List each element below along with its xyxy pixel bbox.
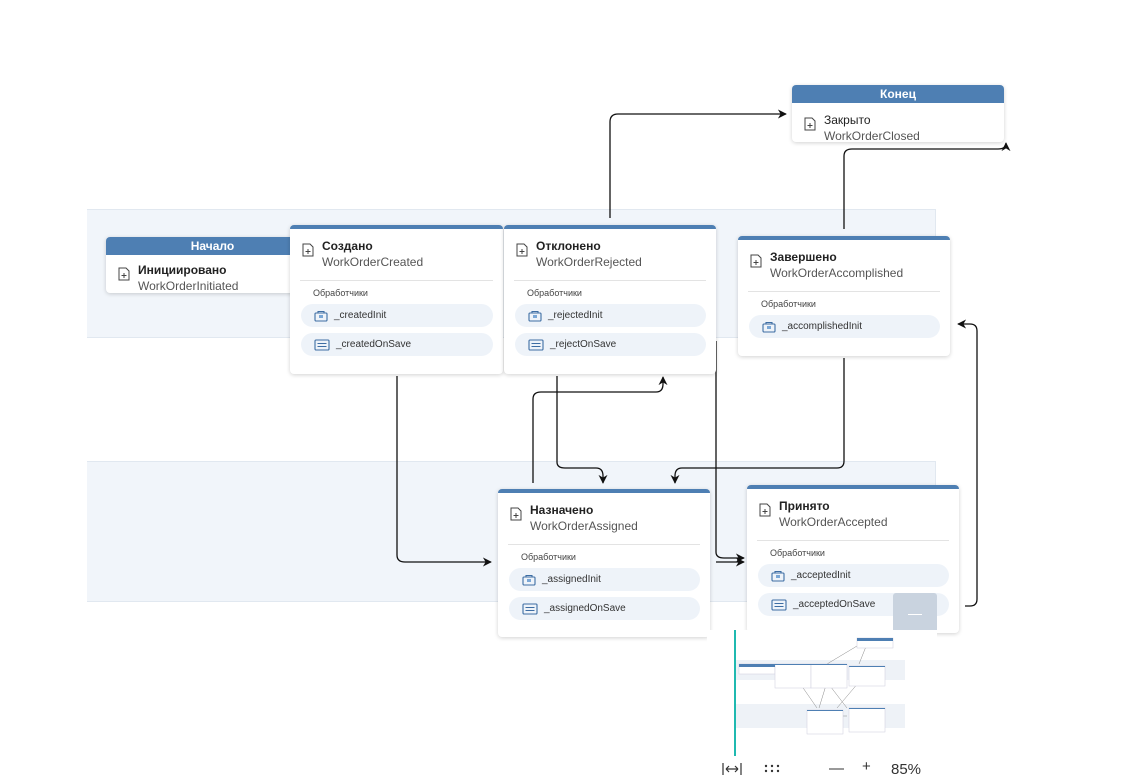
- handlers-label: Обработчики: [527, 288, 582, 298]
- save-form-icon: [522, 602, 538, 615]
- fit-width-icon[interactable]: [722, 762, 742, 776]
- node-assigned[interactable]: Назначено WorkOrderAssigned Обработчики …: [498, 489, 710, 637]
- separator: [300, 280, 493, 281]
- init-icon: [522, 574, 536, 586]
- handler-item[interactable]: _rejectOnSave: [515, 333, 706, 356]
- document-icon: [804, 117, 816, 131]
- handler-item[interactable]: _acceptedInit: [758, 564, 949, 587]
- handler-name: _createdOnSave: [336, 339, 412, 350]
- save-form-icon: [528, 338, 544, 351]
- state-code: WorkOrderAssigned: [530, 519, 638, 533]
- minimap[interactable]: [707, 630, 937, 756]
- document-icon: [759, 503, 771, 517]
- edge-created-assigned[interactable]: [396, 376, 492, 567]
- grid-dots-icon[interactable]: [764, 764, 780, 774]
- handler-name: _acceptedOnSave: [793, 599, 876, 610]
- state-name: Закрыто: [824, 113, 871, 127]
- handler-item[interactable]: _accomplishedInit: [749, 315, 940, 338]
- state-code: WorkOrderClosed: [824, 129, 920, 142]
- init-icon: [314, 310, 328, 322]
- handler-item[interactable]: _rejectedInit: [515, 304, 706, 327]
- document-icon: [302, 243, 314, 257]
- edge-accomplished-assigned[interactable]: [670, 358, 845, 484]
- handler-item[interactable]: _assignedInit: [509, 568, 700, 591]
- state-name: Создано: [322, 239, 373, 253]
- node-rejected[interactable]: Отклонено WorkOrderRejected Обработчики …: [504, 225, 716, 374]
- document-icon: [510, 507, 522, 521]
- separator: [508, 544, 700, 545]
- edge-assigned-rejected[interactable]: [532, 376, 668, 483]
- handler-item[interactable]: _assignedOnSave: [509, 597, 700, 620]
- edge-accepted-accomplished[interactable]: [957, 319, 978, 607]
- separator: [748, 291, 940, 292]
- zoom-in-button[interactable]: +: [862, 758, 871, 775]
- document-icon: [750, 254, 762, 268]
- zoom-out-button[interactable]: —: [829, 760, 844, 777]
- document-icon: [118, 267, 130, 281]
- state-code: WorkOrderRejected: [536, 255, 642, 269]
- start-header: Начало: [106, 237, 319, 255]
- node-start[interactable]: Начало Инициировано WorkOrderInitiated: [106, 237, 319, 293]
- minimap-preview: [734, 630, 905, 756]
- handler-name: _assignedInit: [542, 574, 601, 585]
- handler-name: _acceptedInit: [791, 570, 851, 581]
- init-icon: [528, 310, 542, 322]
- edge-rejected-end[interactable]: [609, 109, 787, 218]
- edge-rejected-accepted[interactable]: [715, 341, 745, 563]
- node-accomplished[interactable]: Завершено WorkOrderAccomplished Обработч…: [738, 236, 950, 356]
- save-form-icon: [314, 338, 330, 351]
- init-icon: [762, 321, 776, 333]
- init-icon: [771, 570, 785, 582]
- state-code: WorkOrderAccomplished: [770, 266, 904, 280]
- minimap-collapse-button[interactable]: [893, 593, 937, 630]
- separator: [757, 540, 949, 541]
- handler-name: _createdInit: [334, 310, 387, 321]
- state-name: Завершено: [770, 250, 837, 264]
- state-code: WorkOrderInitiated: [138, 279, 239, 293]
- state-name: Принято: [779, 499, 830, 513]
- state-name: Отклонено: [536, 239, 601, 253]
- state-name: Инициировано: [138, 263, 227, 277]
- state-code: WorkOrderAccepted: [779, 515, 888, 529]
- node-created[interactable]: Создано WorkOrderCreated Обработчики _cr…: [290, 225, 503, 374]
- save-form-icon: [771, 598, 787, 611]
- edge-accomplished-end[interactable]: [843, 142, 1011, 229]
- document-icon: [516, 243, 528, 257]
- separator: [514, 280, 706, 281]
- handler-name: _accomplishedInit: [782, 321, 863, 332]
- handler-item[interactable]: _createdOnSave: [301, 333, 493, 356]
- handler-item[interactable]: _createdInit: [301, 304, 493, 327]
- zoom-toolbar: — + 85%: [707, 756, 937, 778]
- handler-name: _rejectOnSave: [550, 339, 617, 350]
- handler-name: _rejectedInit: [548, 310, 603, 321]
- state-name: Назначено: [530, 503, 594, 517]
- handlers-label: Обработчики: [770, 548, 825, 558]
- handlers-label: Обработчики: [313, 288, 368, 298]
- zoom-level: 85%: [891, 761, 922, 778]
- node-end[interactable]: Конец Закрыто WorkOrderClosed: [792, 85, 1004, 142]
- handlers-label: Обработчики: [761, 299, 816, 309]
- state-code: WorkOrderCreated: [322, 255, 424, 269]
- end-header: Конец: [792, 85, 1004, 103]
- handler-name: _assignedOnSave: [544, 603, 626, 614]
- handlers-label: Обработчики: [521, 552, 576, 562]
